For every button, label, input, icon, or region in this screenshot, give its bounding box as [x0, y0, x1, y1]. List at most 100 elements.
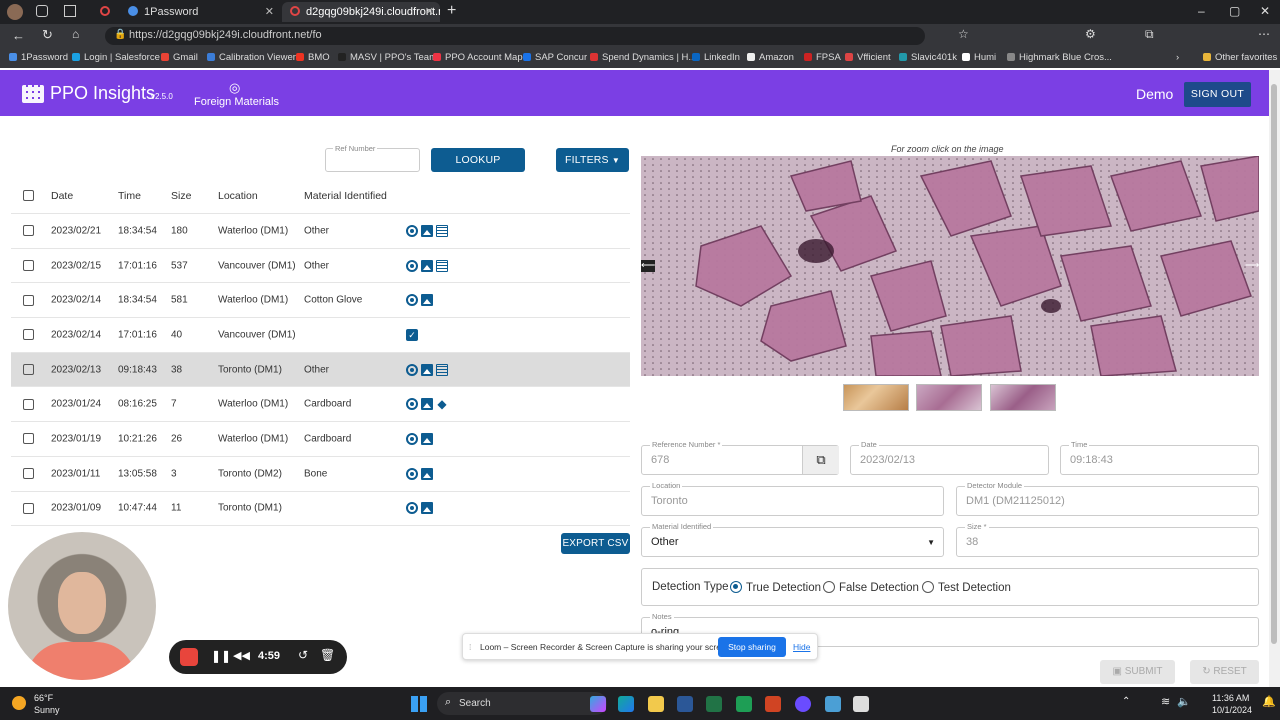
snipping-tool-icon[interactable]: [853, 696, 869, 712]
table-row[interactable]: 2023/02/13 09:18:43 38 Toronto (DM1) Other: [11, 352, 630, 388]
col-time[interactable]: Time: [118, 190, 141, 202]
tab-ppo-insights[interactable]: d2gqg09bkj249i.cloudfront.n ✕: [282, 2, 440, 22]
bookmark-item[interactable]: BMO: [296, 52, 330, 63]
powerpoint-icon[interactable]: [765, 696, 781, 712]
layers-icon[interactable]: ◆: [436, 398, 448, 410]
image-thumbnail[interactable]: [916, 384, 982, 411]
bookmark-item[interactable]: LinkedIn: [692, 52, 740, 63]
image-icon[interactable]: [421, 259, 433, 272]
pause-icon[interactable]: ❚❚: [211, 649, 231, 663]
view-icon[interactable]: [406, 398, 418, 411]
taskbar-search[interactable]: ⌕ Search: [437, 692, 607, 715]
checklist-icon[interactable]: ✓: [406, 328, 418, 341]
copilot-icon[interactable]: [590, 696, 606, 712]
row-checkbox[interactable]: [23, 225, 34, 237]
view-icon[interactable]: [406, 224, 418, 237]
windows-start-icon[interactable]: [411, 696, 427, 712]
radio-test-detection[interactable]: Test Detection: [922, 581, 1011, 594]
page-scrollbar[interactable]: [1269, 70, 1280, 687]
maximize-icon[interactable]: ▢: [1229, 4, 1240, 18]
image-icon[interactable]: [421, 502, 433, 515]
view-icon[interactable]: [406, 259, 418, 272]
reference-number-field[interactable]: Reference Number * 678 ⧉: [641, 440, 839, 475]
col-material[interactable]: Material Identified: [304, 190, 387, 202]
size-field[interactable]: Size * 38: [956, 522, 1259, 557]
trash-icon[interactable]: 🗑: [320, 648, 335, 662]
detection-image[interactable]: ⟵ ⟶: [641, 156, 1259, 376]
webcam-bubble[interactable]: [8, 532, 156, 680]
nav-foreign-materials[interactable]: Foreign Materials: [194, 96, 279, 108]
row-checkbox[interactable]: [23, 294, 34, 306]
refresh-icon[interactable]: ↻: [42, 27, 53, 43]
bookmarks-overflow-icon[interactable]: ›: [1176, 52, 1179, 63]
favorites-star-icon[interactable]: ☆: [958, 27, 969, 41]
view-icon[interactable]: [406, 432, 418, 445]
table-row[interactable]: 2023/01/11 13:05:58 3 Toronto (DM2) Bone: [11, 457, 630, 492]
tab-recording[interactable]: [92, 2, 120, 22]
bookmark-item[interactable]: Humi: [962, 52, 996, 63]
image-icon[interactable]: [421, 224, 433, 237]
close-tab-icon[interactable]: ✕: [425, 5, 434, 18]
detector-module-field[interactable]: Detector Module DM1 (DM21125012): [956, 481, 1259, 516]
document-icon[interactable]: [436, 224, 448, 237]
image-icon[interactable]: [421, 363, 433, 376]
view-icon[interactable]: [406, 294, 418, 307]
new-tab-icon[interactable]: +: [447, 2, 456, 20]
document-icon[interactable]: [436, 259, 448, 272]
clock-time[interactable]: 11:36 AM: [1212, 693, 1249, 703]
table-row[interactable]: 2023/02/15 17:01:16 537 Vancouver (DM1) Othe…: [11, 249, 630, 284]
tab-1password[interactable]: 1Password ✕: [120, 2, 280, 22]
bookmark-item[interactable]: Spend Dynamics | H...: [590, 52, 696, 63]
volume-icon[interactable]: 🔈: [1177, 695, 1191, 708]
image-icon[interactable]: [421, 294, 433, 307]
radio-true-detection[interactable]: True Detection: [730, 581, 821, 594]
bookmark-item[interactable]: 1Password: [9, 52, 68, 63]
material-select[interactable]: Material Identified Other ▼: [641, 522, 944, 557]
image-icon[interactable]: [421, 467, 433, 480]
table-row[interactable]: 2023/01/09 10:47:44 11 Toronto (DM1): [11, 492, 630, 527]
file-explorer-icon[interactable]: [648, 696, 664, 712]
bookmark-item[interactable]: Login | Salesforce: [72, 52, 160, 63]
teams-icon[interactable]: [825, 696, 841, 712]
image-icon[interactable]: [421, 432, 433, 445]
bookmark-item[interactable]: MASV | PPO's Team: [338, 52, 437, 63]
table-row[interactable]: 2023/02/21 18:34:54 180 Waterloo (DM1) Other: [11, 214, 630, 249]
bookmark-item[interactable]: Gmail: [161, 52, 198, 63]
view-icon[interactable]: [406, 502, 418, 515]
ref-number-input[interactable]: Ref Number: [325, 144, 420, 172]
prev-image-icon[interactable]: ⟵: [641, 260, 655, 272]
bookmark-item[interactable]: Vfficient: [845, 52, 891, 63]
row-checkbox[interactable]: [23, 329, 34, 341]
image-thumbnail[interactable]: [843, 384, 909, 411]
profile-avatar[interactable]: [7, 4, 23, 20]
filters-button[interactable]: FILTERS ▼: [556, 148, 629, 172]
word-icon[interactable]: [677, 696, 693, 712]
rewind-icon[interactable]: ◀◀: [233, 649, 250, 662]
restart-icon[interactable]: ↺: [298, 648, 308, 662]
location-field[interactable]: Location Toronto: [641, 481, 944, 516]
col-location[interactable]: Location: [218, 190, 258, 202]
extensions-icon[interactable]: ⚙: [1085, 27, 1096, 41]
bookmark-item[interactable]: PPO Account Map: [433, 52, 523, 63]
bookmark-item[interactable]: SAP Concur: [523, 52, 587, 63]
bookmark-item[interactable]: Amazon: [747, 52, 794, 63]
stop-recording-icon[interactable]: [180, 648, 198, 666]
image-thumbnail[interactable]: [990, 384, 1056, 411]
edge-icon[interactable]: [618, 696, 634, 712]
view-icon[interactable]: [406, 467, 418, 480]
green-app-icon[interactable]: [736, 696, 752, 712]
table-row[interactable]: 2023/01/24 08:16:25 7 Waterloo (DM1) Cardboa…: [11, 387, 630, 423]
other-favorites[interactable]: Other favorites: [1203, 52, 1277, 63]
reset-button[interactable]: ↻ RESET: [1190, 660, 1259, 684]
app-title[interactable]: PPO Insights: [50, 83, 155, 104]
more-icon[interactable]: ⋯: [1258, 27, 1270, 41]
address-bar[interactable]: 🔒 https://d2gqg09bkj249i.cloudfront.net/…: [105, 27, 925, 45]
workspaces-icon[interactable]: [36, 5, 48, 17]
home-icon[interactable]: ⌂: [72, 27, 79, 41]
submit-button[interactable]: ▣ SUBMIT: [1100, 660, 1175, 684]
back-icon[interactable]: ←: [12, 28, 25, 43]
collections-icon[interactable]: ⧉: [1145, 27, 1154, 42]
minimize-icon[interactable]: –: [1198, 4, 1205, 18]
sign-out-button[interactable]: SIGN OUT: [1184, 82, 1251, 107]
bookmark-item[interactable]: Highmark Blue Cros...: [1007, 52, 1112, 63]
